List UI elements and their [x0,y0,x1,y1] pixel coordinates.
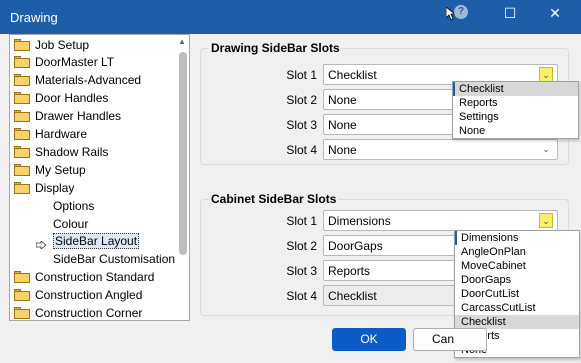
tree-item[interactable]: DoorMaster LT [14,54,114,71]
dropdown-option[interactable]: CarcassCutList [455,301,579,315]
tree-item[interactable]: Options [53,197,94,214]
combo-value: None [328,143,357,157]
tree-item[interactable]: Construction Angled [14,287,142,304]
dropdown-option[interactable]: Checklist [455,315,579,329]
settings-tree[interactable]: ▲ Job Setup DoorMaster LT Materials-Advanc… [9,34,190,321]
combo-value: Checklist [328,289,377,303]
drawing-slot1-dropdown[interactable]: Checklist Reports Settings None [452,81,579,139]
cabinet-slot-label: Slot 2 [286,239,317,253]
scroll-up-icon[interactable]: ▲ [178,37,186,46]
combo-value: None [328,118,357,132]
tree-item[interactable]: Display [14,179,74,196]
folder-icon [14,56,30,69]
tree-item-label: Colour [53,216,89,231]
tree-item-label: Drawer Handles [35,109,122,124]
folder-icon [14,289,30,302]
folder-icon [14,110,30,123]
tree-item-label: Construction Standard [35,270,155,285]
tree-item-label: Door Handles [35,91,109,106]
folder-icon [14,145,30,158]
tree-item-label: SideBar Customisation [53,252,176,267]
tree-item[interactable]: Construction Standard [14,269,154,286]
cabinet-group-title: Cabinet SideBar Slots [209,192,339,206]
dropdown-option[interactable]: Settings [453,110,578,124]
title-bar: Drawing ? ☐ ✕ [0,0,581,34]
chevron-down-icon[interactable]: ⌄ [539,213,553,228]
close-button[interactable]: ✕ [535,0,575,28]
tree-item-label: Options [53,198,95,213]
tree-item[interactable]: Hardware [14,126,87,143]
folder-icon [14,163,30,176]
dropdown-option[interactable]: DoorGaps [455,273,579,287]
close-icon: ✕ [549,5,561,21]
cabinet-slot-combo[interactable]: Dimensions ⌄ [323,210,558,231]
help-icon: ? [454,5,468,19]
tree-item-label: Materials-Advanced [35,73,142,88]
tree-item[interactable]: SideBar Customisation [53,251,175,268]
dropdown-option[interactable]: MoveCabinet [455,259,579,273]
dialog-body: ▲ Job Setup DoorMaster LT Materials-Advanc… [0,34,581,363]
tree-item-label: Construction Angled [35,288,143,303]
folder-icon [14,181,30,194]
folder-icon [14,92,30,105]
combo-value: None [328,93,357,107]
tree-item[interactable]: Materials-Advanced [14,72,141,89]
dropdown-option[interactable]: Reports [453,96,578,110]
combo-value: Reports [328,264,371,278]
folder-icon [14,74,30,87]
combo-value: Dimensions [328,214,391,228]
cabinet-slot-label: Slot 3 [286,264,317,278]
folder-icon [14,271,30,284]
tree-item-label: Hardware [35,127,88,141]
maximize-button[interactable]: ☐ [490,0,530,28]
combo-value: Checklist [328,68,377,82]
tree-item[interactable]: Door Handles [14,90,108,107]
drawing-slot-label: Slot 3 [286,118,317,132]
tree-item-label: Display [35,180,75,195]
folder-icon [14,307,30,319]
dropdown-option[interactable]: AngleOnPlan [455,245,579,259]
tree-item[interactable]: My Setup [14,161,86,178]
tree-item-label: My Setup [35,162,86,177]
drawing-slot-label: Slot 2 [286,93,317,107]
tree-item[interactable]: SideBar Layout [53,233,140,250]
tree-item[interactable]: Colour [53,215,88,232]
tree-item-label: DoorMaster LT [35,55,115,70]
dropdown-option[interactable]: None [453,124,578,138]
dropdown-option[interactable]: Dimensions [455,231,579,245]
tree-item[interactable]: Drawer Handles [14,108,121,125]
drawing-group-title: Drawing SideBar Slots [209,41,342,55]
cabinet-slot-label: Slot 4 [286,289,317,303]
chevron-down-icon[interactable]: ⌄ [539,142,553,157]
chevron-down-icon[interactable]: ⌄ [539,67,553,82]
tree-item-label: Job Setup [35,37,90,52]
tree-item[interactable]: Construction Corner [14,305,143,320]
ok-button[interactable]: OK [332,328,406,351]
tree-scrollbar[interactable]: ▲ [177,35,189,320]
dropdown-option[interactable]: DoorCutList [455,287,579,301]
folder-icon [14,128,30,140]
cabinet-slot-label: Slot 1 [286,214,317,228]
drawing-slot-combo[interactable]: None ⌄ [323,139,558,160]
tree-item-label: Construction Corner [35,306,143,320]
tree-item[interactable]: Job Setup [14,36,89,53]
drawing-slot-label: Slot 4 [286,143,317,157]
tree-item-label: SideBar Layout [53,233,140,250]
help-button[interactable]: ? [446,5,468,29]
dropdown-option[interactable]: Checklist [453,82,578,96]
folder-icon [14,38,30,51]
current-page-arrow-icon [35,238,47,250]
tree-item-label: Shadow Rails [35,144,109,159]
tree-item[interactable]: Shadow Rails [14,143,108,160]
scroll-thumb[interactable] [179,52,187,255]
window-title: Drawing [10,10,58,25]
maximize-icon: ☐ [503,5,517,21]
cancel-button[interactable]: Can [413,328,487,351]
combo-value: DoorGaps [328,239,383,253]
drawing-slot-label: Slot 1 [286,68,317,82]
